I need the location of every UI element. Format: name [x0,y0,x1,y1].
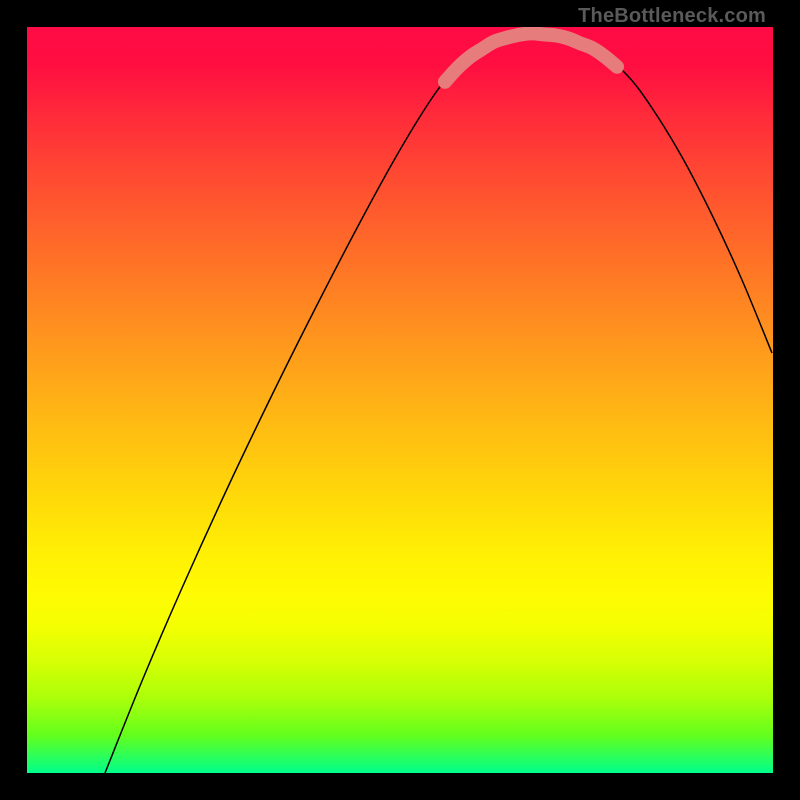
chart-frame: TheBottleneck.com [0,0,800,800]
bottleneck-curve [105,33,772,773]
chart-svg [27,27,773,773]
optimal-range-annotation [445,33,617,82]
plot-area [27,27,773,773]
watermark-text: TheBottleneck.com [578,5,766,28]
